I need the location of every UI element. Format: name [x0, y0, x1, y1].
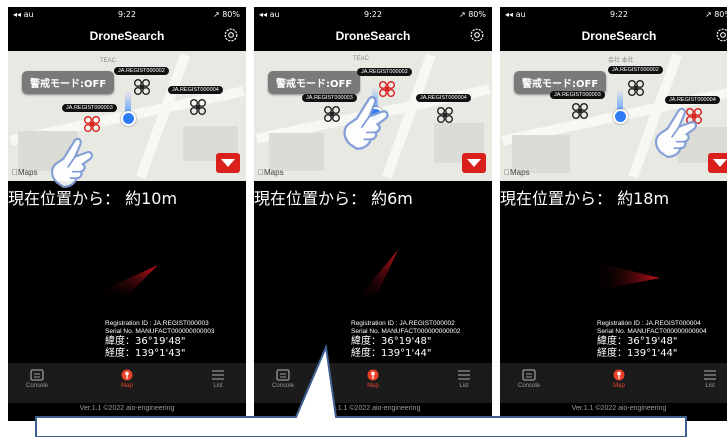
drone-tag[interactable]: JA.REGIST000002: [357, 68, 412, 76]
pointing-hand-icon: [50, 137, 93, 188]
nav-bar: DroneSearch: [500, 21, 727, 51]
drone-info-panel: Registration ID : JA.REGIST000003 Serial…: [105, 320, 214, 360]
drone-tag[interactable]: JA.REGIST000004: [168, 86, 223, 94]
app-title: DroneSearch: [335, 29, 411, 43]
direction-arrow: [356, 250, 398, 300]
status-bar: ◂◂ au 9:22 ↗ 80%: [500, 7, 727, 21]
heading-beam: [617, 89, 623, 111]
latitude: 緯度：36°19'48": [597, 336, 678, 347]
status-time: 9:22: [118, 10, 136, 19]
user-location-dot: [121, 111, 136, 126]
drone-tag[interactable]: JA.REGIST000002: [114, 67, 169, 75]
drone-tag[interactable]: JA.REGIST000003: [62, 104, 117, 112]
registration-id: Registration ID : JA.REGIST000004: [597, 320, 701, 327]
settings-gear-icon[interactable]: [714, 26, 727, 44]
status-time: 9:22: [364, 10, 382, 19]
latitude: 緯度：36°19'48": [351, 336, 432, 347]
serial-number: Serial No. MANUFACT000000000004: [597, 328, 707, 335]
status-bar: ◂◂ au 9:22 ↗ 80%: [254, 7, 492, 21]
phone-screen-1: ◂◂ au 9:22 ↗ 80% DroneSearch TEAC 警戒モード:…: [8, 7, 246, 421]
app-title: DroneSearch: [89, 29, 165, 43]
latitude: 緯度：36°19'48": [105, 336, 186, 347]
callout-bubble: [35, 343, 687, 437]
distance-text: 現在位置から： 約10m: [8, 189, 178, 208]
direction-arrow: [98, 265, 158, 295]
serial-number: Serial No. MANUFACT000000000002: [351, 328, 461, 335]
drone-icon[interactable]: [84, 116, 100, 132]
drone-icon[interactable]: [190, 99, 206, 115]
dropdown-triangle-icon: [221, 159, 235, 167]
heading-beam: [125, 91, 131, 113]
maps-logo: Maps: [504, 168, 530, 177]
dropdown-button[interactable]: [708, 153, 727, 173]
longitude: 経度：139°1'43": [105, 348, 186, 359]
map-place-label: TEAC: [353, 56, 370, 62]
pointing-hand-icon: [654, 107, 697, 158]
longitude: 経度：139°1'44": [597, 348, 678, 359]
status-bar: ◂◂ au 9:22 ↗ 80%: [8, 7, 246, 21]
app-title: DroneSearch: [581, 29, 657, 43]
drone-tag[interactable]: JA.REGIST000004: [665, 96, 720, 104]
list-icon: [704, 370, 716, 380]
drone-icon[interactable]: [134, 79, 150, 95]
settings-gear-icon[interactable]: [468, 26, 486, 44]
status-time: 9:22: [610, 10, 628, 19]
dropdown-button[interactable]: [216, 153, 240, 173]
longitude: 経度：139°1'44": [351, 348, 432, 359]
drone-info-panel: Registration ID : JA.REGIST000004 Serial…: [597, 320, 706, 360]
serial-number: Serial No. MANUFACT000000000003: [105, 328, 215, 335]
alert-mode-button[interactable]: 警戒モード:OFF: [268, 71, 361, 94]
map-view[interactable]: TEAC 警戒モード:OFF JA.REGIST000002 JA.REGIST…: [8, 51, 246, 181]
phone-screen-3: ◂◂ au 9:22 ↗ 80% DroneSearch 会社 本社 警戒モード…: [500, 7, 727, 421]
user-location-dot: [613, 109, 628, 124]
registration-id: Registration ID : JA.REGIST000003: [105, 320, 209, 327]
maps-logo: Maps: [258, 168, 284, 177]
tab-label: List: [705, 383, 715, 389]
distance-text: 現在位置から： 約18m: [500, 189, 670, 208]
battery-indicator: ↗ 80%: [704, 10, 727, 19]
registration-id: Registration ID : JA.REGIST000002: [351, 320, 455, 327]
drone-icon[interactable]: [437, 107, 453, 123]
drone-icon[interactable]: [628, 80, 644, 96]
map-place-label: 会社 本社: [608, 58, 634, 64]
nav-bar: DroneSearch: [254, 21, 492, 51]
drone-tag[interactable]: JA.REGIST000003: [550, 91, 605, 99]
dropdown-triangle-icon: [713, 159, 727, 167]
maps-logo: Maps: [12, 168, 38, 177]
tab-list[interactable]: List: [680, 369, 727, 389]
drone-tag[interactable]: JA.REGIST000002: [608, 66, 663, 74]
battery-indicator: ↗ 80%: [212, 10, 240, 19]
distance-text: 現在位置から： 約6m: [254, 189, 413, 208]
drone-tag[interactable]: JA.REGIST000004: [416, 94, 471, 102]
battery-indicator: ↗ 80%: [458, 10, 486, 19]
pointing-hand-icon: [343, 95, 389, 150]
phone-screen-2: ◂◂ au 9:22 ↗ 80% DroneSearch TEAC 警戒モード:…: [254, 7, 492, 421]
map-place-label: TEAC: [100, 58, 117, 64]
dropdown-button[interactable]: [462, 153, 486, 173]
alert-mode-button[interactable]: 警戒モード:OFF: [22, 71, 115, 94]
direction-arrow: [595, 262, 660, 290]
dropdown-triangle-icon: [467, 159, 481, 167]
nav-bar: DroneSearch: [8, 21, 246, 51]
drone-info-panel: Registration ID : JA.REGIST000002 Serial…: [351, 320, 460, 360]
drone-icon[interactable]: [572, 103, 588, 119]
settings-gear-icon[interactable]: [222, 26, 240, 44]
